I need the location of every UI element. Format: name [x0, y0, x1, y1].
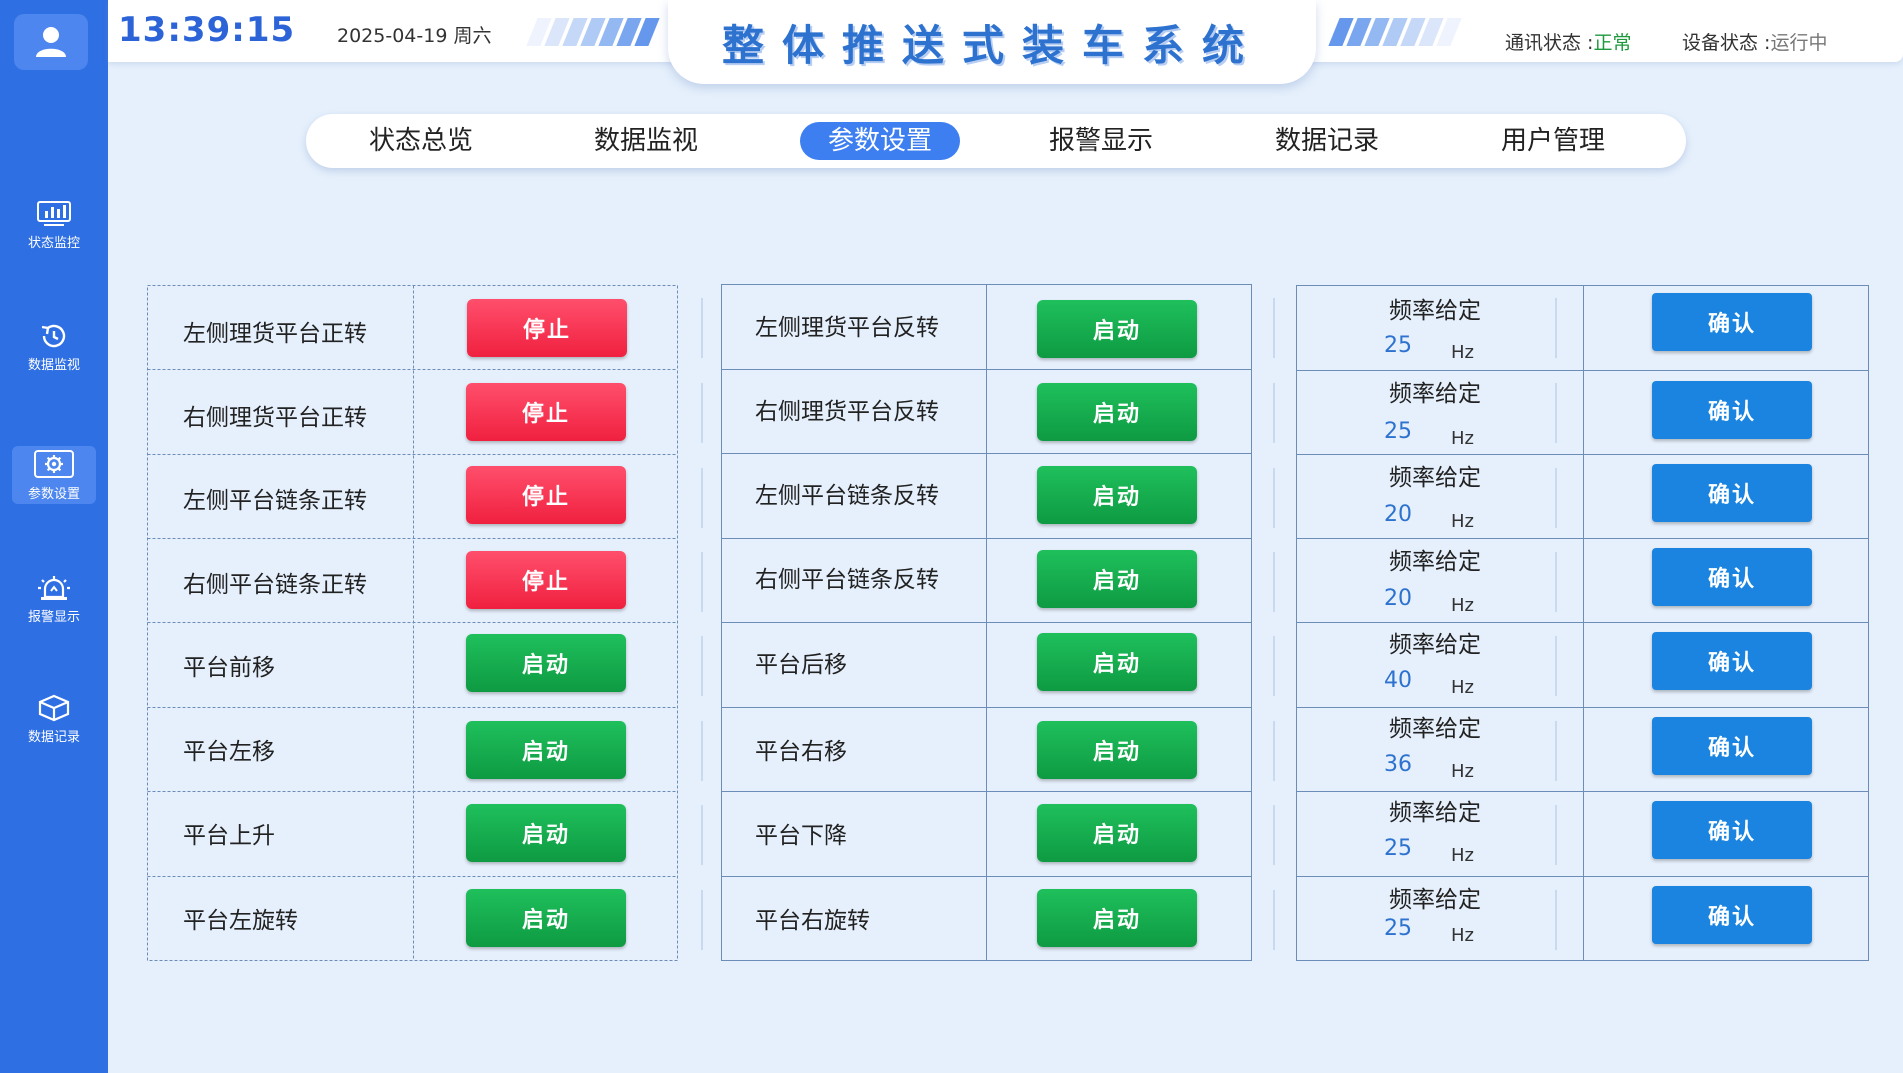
- frequency-row: 频率给定 25 Hz 确认: [1297, 876, 1869, 960]
- control-row: 平台后移 启动: [721, 622, 1252, 706]
- start-button[interactable]: 启动: [466, 721, 626, 779]
- frequency-value[interactable]: 25: [1384, 333, 1412, 358]
- stop-button[interactable]: 停止: [466, 466, 626, 524]
- frequency-value[interactable]: 25: [1384, 916, 1412, 941]
- frequency-unit: Hz: [1451, 761, 1474, 782]
- frequency-unit: Hz: [1451, 511, 1474, 532]
- control-label: 平台左旋转: [183, 908, 298, 934]
- start-button[interactable]: 启动: [1037, 550, 1197, 608]
- frequency-title: 频率给定: [1389, 465, 1481, 491]
- frequency-title: 频率给定: [1389, 716, 1481, 742]
- confirm-button[interactable]: 确认: [1652, 801, 1812, 859]
- start-button[interactable]: 启动: [1037, 721, 1197, 779]
- control-row: 左侧理货平台正转 停止: [147, 285, 678, 369]
- control-label: 平台左移: [183, 739, 275, 765]
- frequency-unit: Hz: [1451, 925, 1474, 946]
- frequency-unit: Hz: [1451, 845, 1474, 866]
- control-label: 左侧理货平台反转: [755, 315, 939, 341]
- start-button[interactable]: 启动: [1037, 633, 1197, 691]
- control-row: 右侧平台链条反转 启动: [721, 538, 1252, 622]
- frequency-row: 频率给定 25 Hz 确认: [1297, 369, 1869, 453]
- control-label: 平台前移: [183, 655, 275, 681]
- control-row: 平台下降 启动: [721, 791, 1252, 875]
- start-button[interactable]: 启动: [466, 889, 626, 947]
- start-button[interactable]: 启动: [466, 634, 626, 692]
- control-row: 平台左旋转 启动: [147, 876, 678, 960]
- left-control-panel: 左侧理货平台正转 停止 右侧理货平台正转 停止 左侧平台链条正转 停止 右侧平台…: [147, 285, 678, 961]
- control-label: 右侧理货平台反转: [755, 399, 939, 425]
- frequency-title: 频率给定: [1389, 298, 1481, 324]
- frequency-unit: Hz: [1451, 342, 1474, 363]
- frequency-title: 频率给定: [1389, 800, 1481, 826]
- frequency-value[interactable]: 20: [1384, 586, 1412, 611]
- control-label: 左侧平台链条反转: [755, 483, 939, 509]
- control-row: 平台右旋转 启动: [721, 876, 1252, 960]
- confirm-button[interactable]: 确认: [1652, 548, 1812, 606]
- confirm-button[interactable]: 确认: [1652, 464, 1812, 522]
- frequency-value[interactable]: 40: [1384, 668, 1412, 693]
- frequency-unit: Hz: [1451, 677, 1474, 698]
- frequency-panel: 频率给定 25 Hz 确认 频率给定 25 Hz 确认 频率给定 20 Hz 确…: [1297, 285, 1869, 961]
- frequency-row: 频率给定 40 Hz 确认: [1297, 622, 1869, 706]
- frequency-value[interactable]: 25: [1384, 836, 1412, 861]
- frequency-row: 频率给定 25 Hz 确认: [1297, 285, 1869, 369]
- control-row: 平台上升 启动: [147, 791, 678, 875]
- frequency-row: 频率给定 25 Hz 确认: [1297, 791, 1869, 875]
- control-row: 平台左移 启动: [147, 707, 678, 791]
- control-label: 右侧理货平台正转: [183, 405, 367, 431]
- control-label: 平台后移: [755, 652, 847, 678]
- confirm-button[interactable]: 确认: [1652, 381, 1812, 439]
- confirm-button[interactable]: 确认: [1652, 632, 1812, 690]
- frequency-title: 频率给定: [1389, 887, 1481, 913]
- start-button[interactable]: 启动: [1037, 889, 1197, 947]
- control-row: 左侧平台链条正转 停止: [147, 454, 678, 538]
- control-row: 平台前移 启动: [147, 622, 678, 706]
- frequency-title: 频率给定: [1389, 549, 1481, 575]
- start-button[interactable]: 启动: [466, 804, 626, 862]
- control-row: 右侧理货平台正转 停止: [147, 369, 678, 453]
- stop-button[interactable]: 停止: [467, 299, 627, 357]
- control-label: 平台右移: [755, 739, 847, 765]
- frequency-value[interactable]: 36: [1384, 752, 1412, 777]
- control-row: 右侧平台链条正转 停止: [147, 538, 678, 622]
- control-row: 左侧平台链条反转 启动: [721, 454, 1252, 538]
- stop-button[interactable]: 停止: [466, 383, 626, 441]
- control-label: 右侧平台链条反转: [755, 567, 939, 593]
- frequency-title: 频率给定: [1389, 632, 1481, 658]
- start-button[interactable]: 启动: [1037, 300, 1197, 358]
- frequency-unit: Hz: [1451, 595, 1474, 616]
- frequency-row: 频率给定 20 Hz 确认: [1297, 538, 1869, 622]
- control-row: 平台右移 启动: [721, 707, 1252, 791]
- control-label: 平台上升: [183, 823, 275, 849]
- control-label: 左侧平台链条正转: [183, 488, 367, 514]
- start-button[interactable]: 启动: [1037, 804, 1197, 862]
- control-row: 左侧理货平台反转 启动: [721, 285, 1252, 369]
- start-button[interactable]: 启动: [1037, 383, 1197, 441]
- frequency-value[interactable]: 25: [1384, 419, 1412, 444]
- start-button[interactable]: 启动: [1037, 466, 1197, 524]
- middle-control-panel: 左侧理货平台反转 启动 右侧理货平台反转 启动 左侧平台链条反转 启动 右侧平台…: [721, 285, 1252, 961]
- control-label: 右侧平台链条正转: [183, 572, 367, 598]
- control-row: 右侧理货平台反转 启动: [721, 369, 1252, 453]
- confirm-button[interactable]: 确认: [1652, 886, 1812, 944]
- frequency-title: 频率给定: [1389, 381, 1481, 407]
- control-label: 左侧理货平台正转: [183, 321, 367, 347]
- frequency-unit: Hz: [1451, 428, 1474, 449]
- control-label: 平台下降: [755, 823, 847, 849]
- control-label: 平台右旋转: [755, 908, 870, 934]
- confirm-button[interactable]: 确认: [1652, 293, 1812, 351]
- stop-button[interactable]: 停止: [466, 551, 626, 609]
- frequency-value[interactable]: 20: [1384, 502, 1412, 527]
- frequency-row: 频率给定 36 Hz 确认: [1297, 707, 1869, 791]
- frequency-row: 频率给定 20 Hz 确认: [1297, 454, 1869, 538]
- confirm-button[interactable]: 确认: [1652, 717, 1812, 775]
